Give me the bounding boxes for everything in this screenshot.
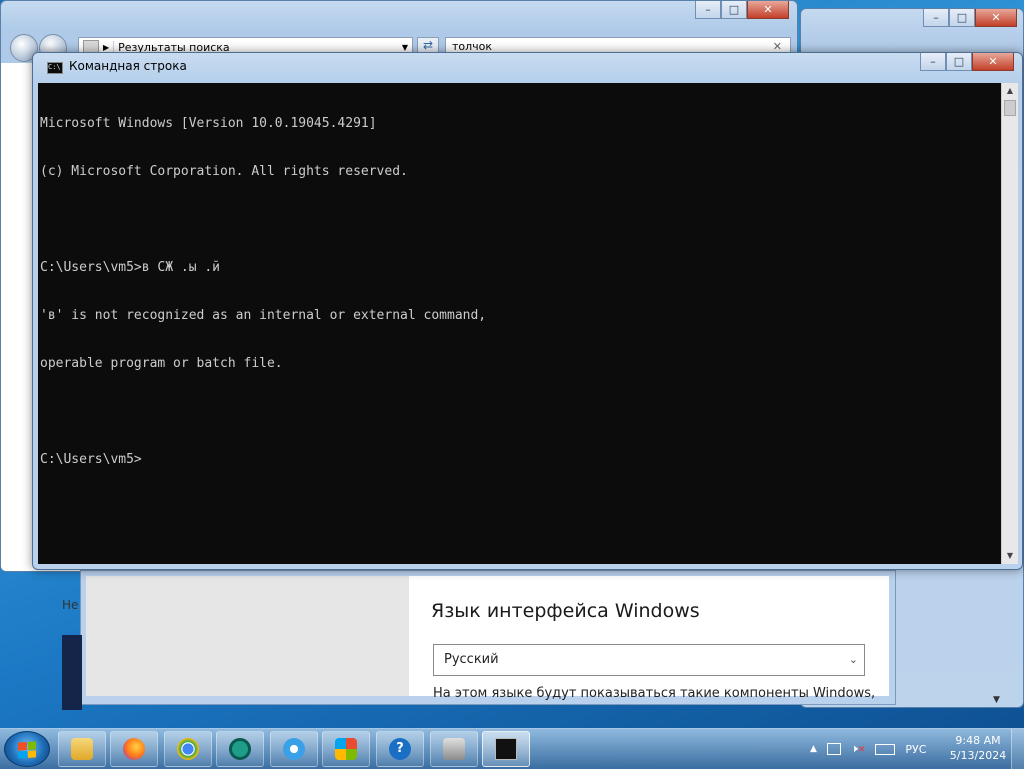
clock-date: 5/13/2024	[949, 749, 1007, 762]
page-title: Язык интерфейса Windows	[431, 600, 700, 622]
taskbar-file-explorer[interactable]	[58, 731, 106, 767]
taskbar-chrome[interactable]	[164, 731, 212, 767]
taskbar-camo[interactable]	[216, 731, 264, 767]
settings-content: Язык интерфейса Windows Русский ⌄ На это…	[409, 576, 889, 701]
chevron-up-icon[interactable]: ▲	[810, 744, 817, 754]
taskbar-help[interactable]: ?	[376, 731, 424, 767]
help-icon: ?	[389, 738, 411, 760]
console-line: C:\Users\vm5>	[40, 452, 142, 467]
command-prompt-icon	[495, 738, 517, 760]
show-desktop-button[interactable]	[1011, 729, 1024, 769]
console-line: (c) Microsoft Corporation. All rights re…	[40, 164, 408, 179]
gear-icon	[283, 738, 305, 760]
explorer-caption-buttons: – □ ✕	[695, 1, 789, 19]
vertical-scrollbar[interactable]: ▲ ▼	[1001, 83, 1018, 564]
minimize-button[interactable]: –	[695, 1, 721, 19]
console-line: 'в' is not recognized as an internal or …	[40, 308, 487, 323]
console-line: C:\Users\vm5>в СЖ .ы .й	[40, 260, 221, 275]
minimize-button[interactable]: –	[920, 53, 946, 71]
command-prompt-icon: C:\	[47, 62, 63, 74]
camo-icon	[229, 738, 251, 760]
chevron-down-icon[interactable]: ▼	[402, 43, 408, 52]
chevron-down-icon: ⌄	[848, 653, 858, 666]
taskbar-settings[interactable]	[270, 731, 318, 767]
language-description: На этом языке будут показываться такие к…	[433, 686, 876, 701]
close-button[interactable]: ✕	[975, 9, 1017, 27]
clock-time: 9:48 AM	[955, 734, 1001, 747]
console-line: ​	[40, 404, 999, 420]
close-button[interactable]: ✕	[747, 1, 789, 19]
taskbar: ? ▲ 🕨✕ РУС 9:48 AM 5/13/2024	[0, 728, 1024, 769]
cmd-caption-buttons: – □ ✕	[920, 53, 1014, 71]
scroll-down-icon[interactable]: ▼	[1002, 548, 1018, 564]
taskbar-command-prompt[interactable]	[482, 731, 530, 767]
remote-desktop-icon	[443, 738, 465, 760]
folder-icon	[71, 738, 93, 760]
taskbar-windows-update[interactable]	[322, 731, 370, 767]
network-icon[interactable]	[826, 743, 841, 755]
settings-caption-buttons: – □ ✕	[923, 9, 1017, 27]
windows-logo-icon	[18, 741, 36, 759]
windows-flag-icon	[335, 738, 357, 760]
window-title: Командная строка	[69, 59, 187, 73]
language-settings-panel: Язык интерфейса Windows Русский ⌄ На это…	[80, 570, 896, 705]
maximize-button[interactable]: □	[946, 53, 972, 71]
minimize-button[interactable]: –	[923, 9, 949, 27]
volume-muted-icon[interactable]: 🕨✕	[851, 742, 865, 756]
scroll-thumb[interactable]	[1004, 100, 1016, 116]
maximize-button[interactable]: □	[949, 9, 975, 27]
scroll-down-icon[interactable]: ▼	[993, 695, 1000, 705]
maximize-button[interactable]: □	[721, 1, 747, 19]
explorer-text-fragment: Не	[62, 598, 79, 612]
console-line: Microsoft Windows [Version 10.0.19045.42…	[40, 116, 377, 131]
taskbar-remote-desktop[interactable]	[430, 731, 478, 767]
system-tray: ▲ 🕨✕ РУС	[810, 729, 926, 769]
display-language-select[interactable]: Русский ⌄	[433, 644, 865, 676]
console-line: ​	[40, 212, 999, 228]
thumbnail-image	[62, 635, 82, 710]
firefox-icon	[123, 738, 145, 760]
taskbar-firefox[interactable]	[110, 731, 158, 767]
console-line: operable program or batch file.	[40, 356, 283, 371]
console-output[interactable]: Microsoft Windows [Version 10.0.19045.42…	[38, 83, 1001, 564]
language-indicator[interactable]: РУС	[905, 743, 926, 756]
keyboard-icon[interactable]	[875, 743, 896, 755]
command-prompt-window: C:\ Командная строка – □ ✕ Microsoft Win…	[32, 52, 1023, 570]
selected-language: Русский	[444, 652, 499, 667]
clock[interactable]: 9:48 AM 5/13/2024	[948, 733, 1008, 763]
scroll-up-icon[interactable]: ▲	[1002, 83, 1018, 99]
chevron-right-icon: ▶	[103, 42, 110, 52]
close-button[interactable]: ✕	[972, 53, 1014, 71]
settings-sidebar	[86, 576, 409, 696]
start-button[interactable]	[4, 731, 50, 767]
chrome-icon	[177, 738, 199, 760]
